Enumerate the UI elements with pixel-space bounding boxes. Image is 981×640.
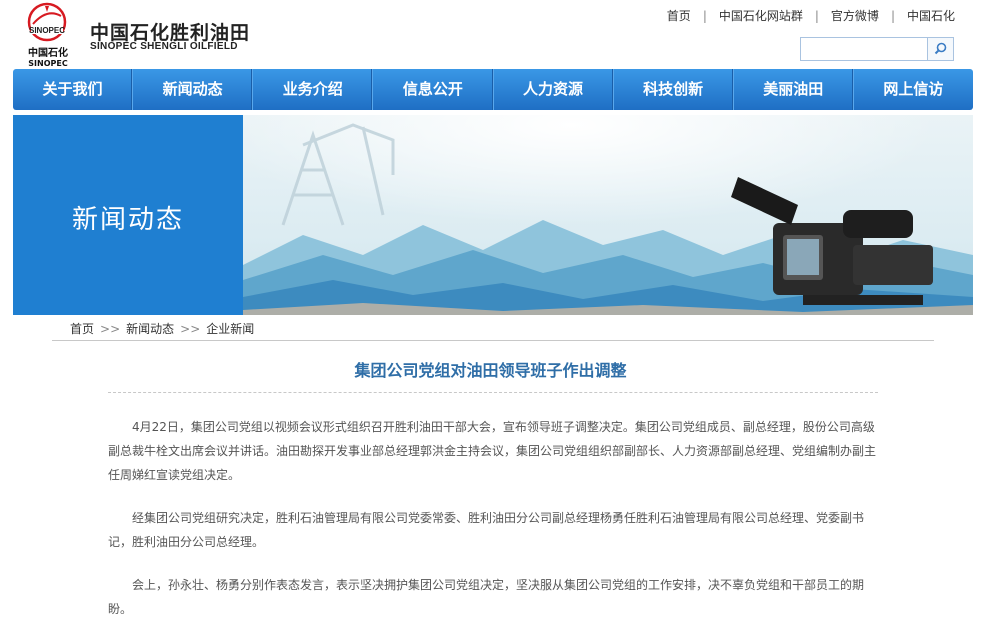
brand-name-en: SINOPEC SHENGLI OILFIELD — [90, 41, 238, 52]
top-link-weibo[interactable]: 官方微博 — [831, 9, 879, 23]
banner-title: 新闻动态 — [71, 205, 184, 235]
sinopec-logo[interactable]: SINOPEC 中国石化 SINOPEC — [24, 2, 72, 68]
section-banner: 新闻动态 — [13, 115, 973, 315]
nav-item-disclosure[interactable]: 信息公开 — [373, 69, 494, 110]
nav-item-petition[interactable]: 网上信访 — [854, 69, 973, 110]
nav-item-about[interactable]: 关于我们 — [13, 69, 134, 110]
banner-landscape-illustration — [243, 115, 973, 315]
nav-item-hr[interactable]: 人力资源 — [494, 69, 614, 110]
nav-item-beautiful-oilfield[interactable]: 美丽油田 — [734, 69, 854, 110]
top-link-home[interactable]: 首页 — [667, 9, 691, 23]
article-body: 4月22日，集团公司党组以视频会议形式组织召开胜利油田干部大会，宣布领导班子调整… — [108, 415, 878, 640]
nav-item-news[interactable]: 新闻动态 — [133, 69, 254, 110]
breadcrumb-separator: >> — [100, 322, 121, 336]
search-icon — [934, 42, 947, 55]
banner-image — [243, 115, 973, 315]
top-links: 首页 | 中国石化网站群 | 官方微博 | 中国石化 — [667, 7, 955, 24]
search-box — [800, 37, 955, 61]
top-link-separator: | — [890, 9, 895, 23]
article-paragraph: 经集团公司党组研究决定，胜利石油管理局有限公司党委常委、胜利油田分公司副总经理杨… — [108, 511, 865, 549]
breadcrumb-home[interactable]: 首页 — [70, 322, 94, 336]
sinopec-emblem-icon: SINOPEC — [27, 2, 67, 42]
breadcrumb-company-news[interactable]: 企业新闻 — [206, 322, 254, 336]
page: SINOPEC 中国石化 SINOPEC 中国石化胜利油田 SINOPEC SH… — [0, 0, 981, 629]
svg-text:SINOPEC: SINOPEC — [29, 26, 65, 35]
breadcrumb: 首页 >> 新闻动态 >> 企业新闻 — [70, 320, 254, 337]
breadcrumb-news[interactable]: 新闻动态 — [126, 322, 174, 336]
search-button[interactable] — [927, 37, 954, 61]
search-input[interactable] — [800, 37, 928, 61]
logo-en-text: SINOPEC — [28, 59, 68, 68]
main-nav: 关于我们 新闻动态 业务介绍 信息公开 人力资源 科技创新 美丽油田 网上信访 — [13, 69, 973, 110]
top-link-separator: | — [814, 9, 819, 23]
article-paragraph: 4月22日，集团公司党组以视频会议形式组织召开胜利油田干部大会，宣布领导班子调整… — [108, 420, 877, 482]
top-link-separator: | — [702, 9, 707, 23]
article-title: 集团公司党组对油田领导班子作出调整 — [354, 361, 627, 380]
banner-title-panel: 新闻动态 — [13, 115, 243, 315]
logo-cn-text: 中国石化 — [28, 48, 68, 59]
top-link-sinopec[interactable]: 中国石化 — [907, 9, 955, 23]
title-divider — [108, 392, 878, 393]
nav-item-business[interactable]: 业务介绍 — [253, 69, 374, 110]
breadcrumb-separator: >> — [180, 322, 201, 336]
breadcrumb-divider — [52, 340, 934, 341]
nav-item-technology[interactable]: 科技创新 — [614, 69, 734, 110]
top-link-sites[interactable]: 中国石化网站群 — [719, 9, 803, 23]
article-paragraph: 会上，孙永壮、杨勇分别作表态发言，表示坚决拥护集团公司党组决定，坚决服从集团公司… — [108, 578, 865, 616]
